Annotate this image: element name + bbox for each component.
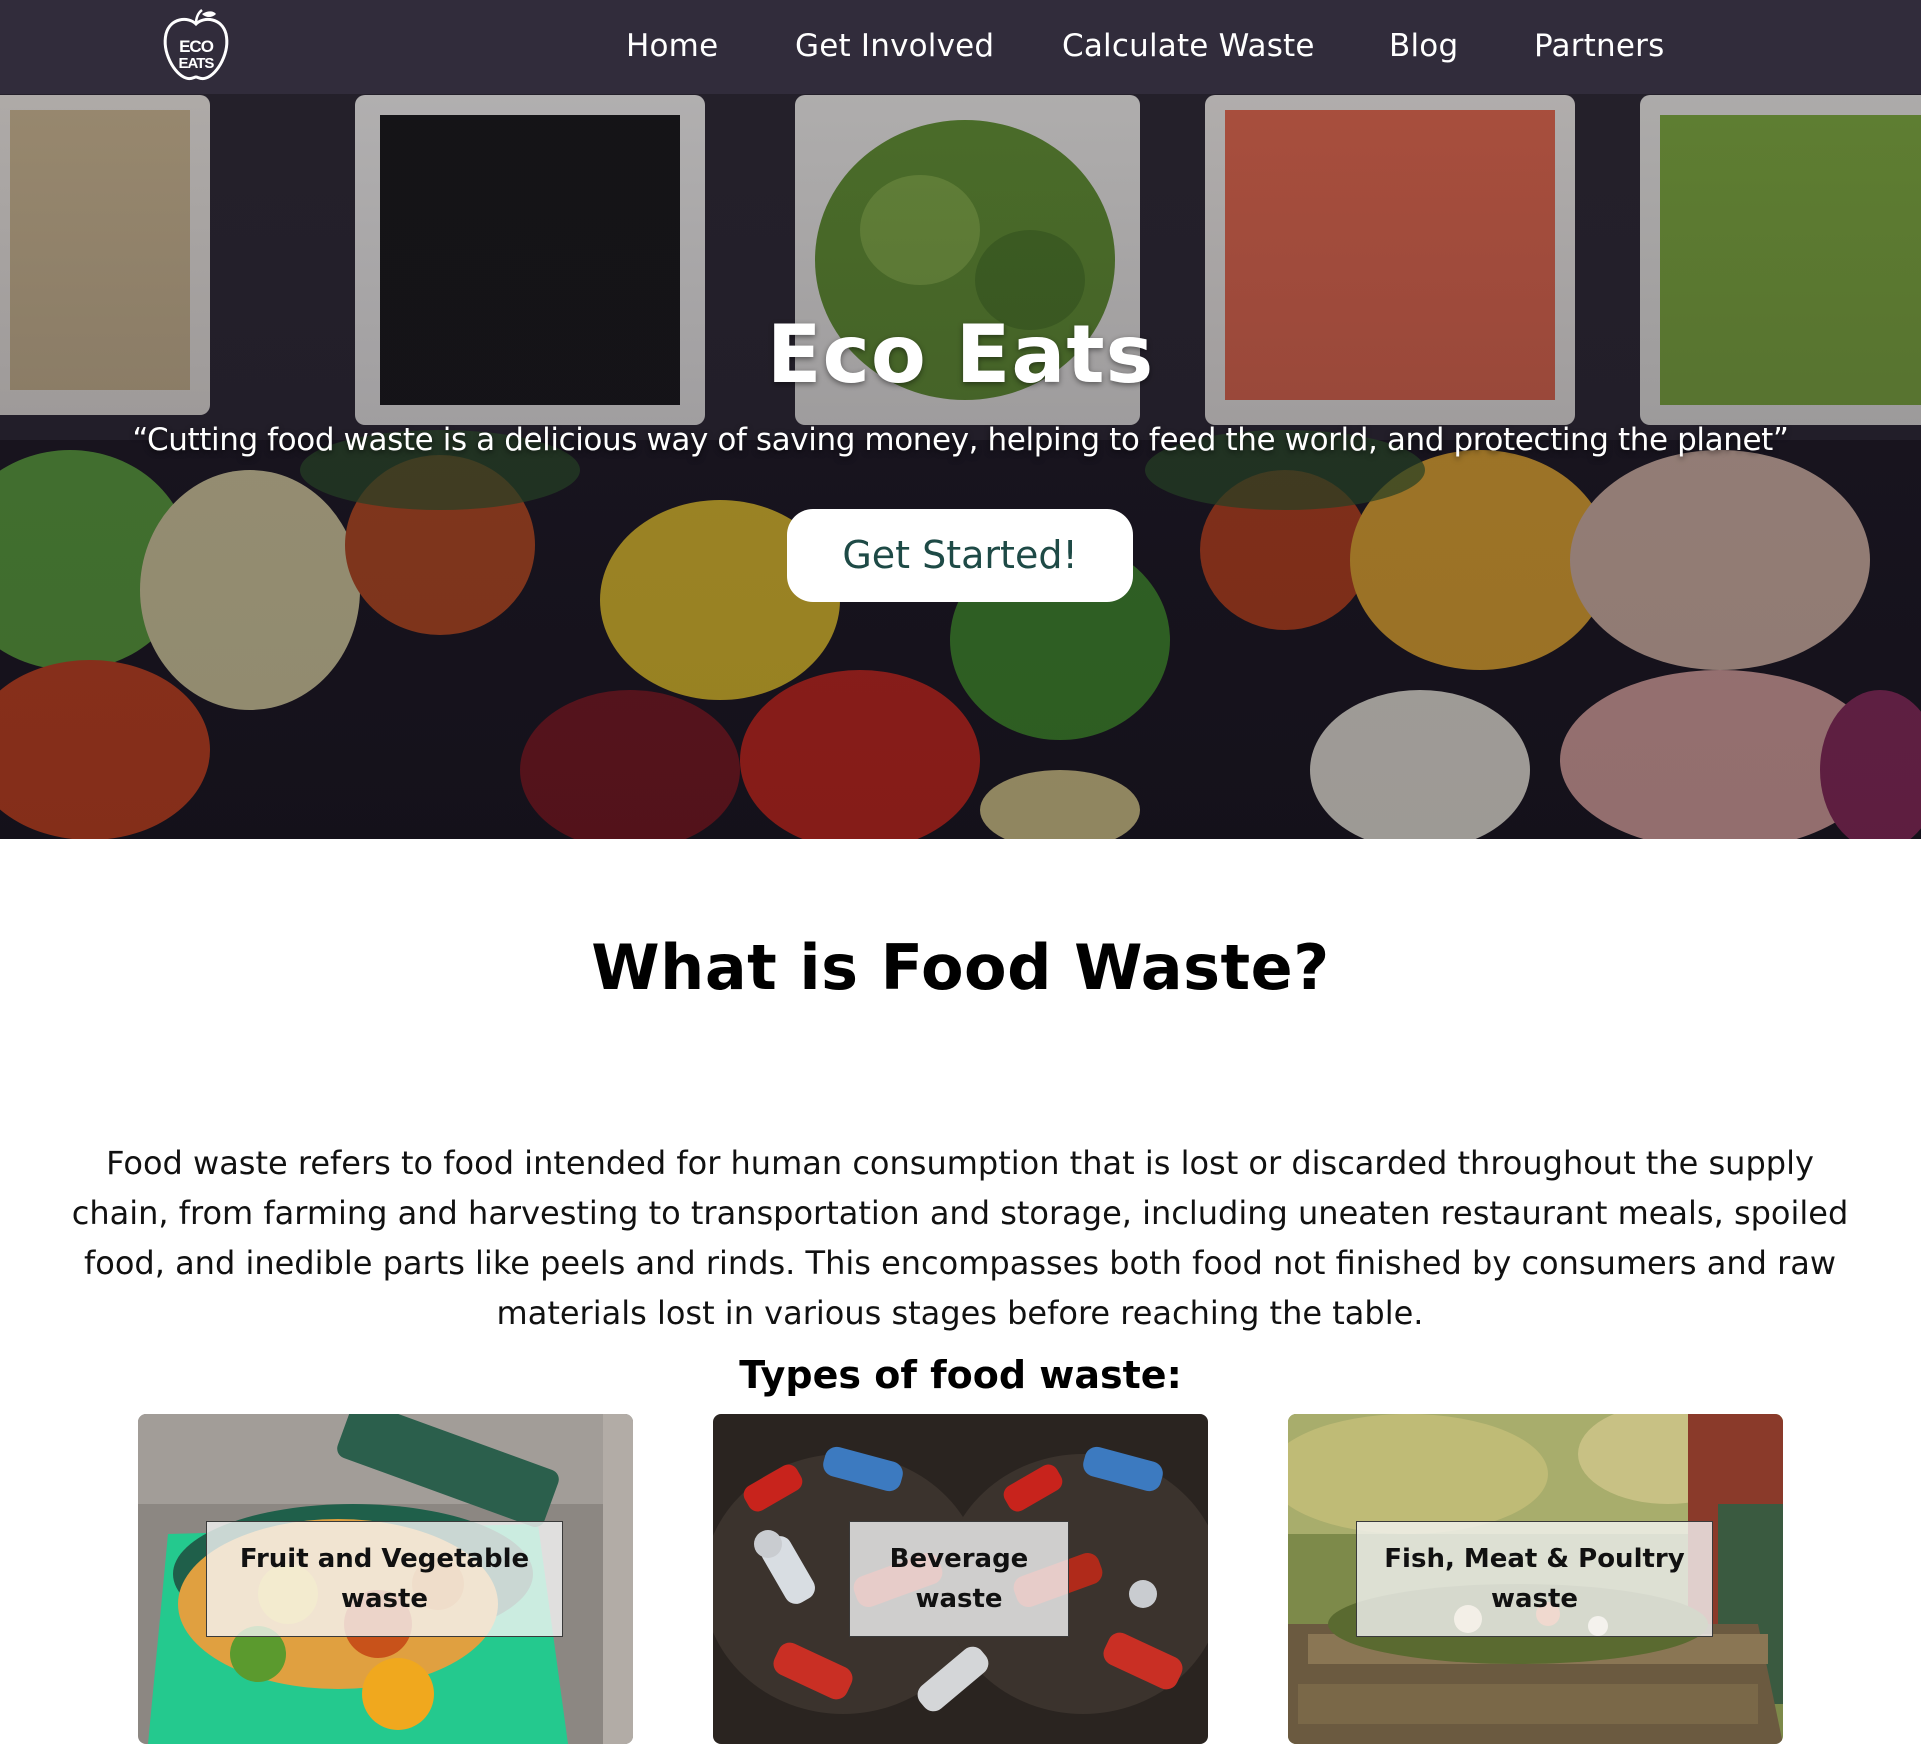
hero-banner: ECO EATS Home Get Involved Calculate Was…: [0, 0, 1921, 839]
card-fruit-vegetable-waste[interactable]: Fruit and Vegetable waste: [138, 1414, 633, 1744]
top-navigation: ECO EATS Home Get Involved Calculate Was…: [0, 0, 1921, 94]
food-waste-description: Food waste refers to food intended for h…: [71, 1144, 1849, 1332]
nav-link-calculate-waste[interactable]: Calculate Waste: [1062, 25, 1315, 67]
card-label-beverage: Beverage waste: [849, 1521, 1069, 1637]
nav-link-home[interactable]: Home: [626, 25, 718, 67]
nav-menu: Home Get Involved Calculate Waste Blog P…: [0, 0, 1921, 94]
card-beverage-waste[interactable]: Beverage waste: [713, 1414, 1208, 1744]
hero-title: Eco Eats: [766, 308, 1155, 401]
nav-link-partners[interactable]: Partners: [1534, 25, 1664, 67]
hero-quote: “Cutting food waste is a delicious way o…: [132, 422, 1789, 458]
section-title-what-is-food-waste: What is Food Waste?: [591, 931, 1330, 1004]
card-fish-meat-poultry-waste[interactable]: Fish, Meat & Poultry waste: [1288, 1414, 1783, 1744]
nav-link-blog[interactable]: Blog: [1389, 25, 1458, 67]
types-of-food-waste-heading: Types of food waste:: [739, 1353, 1182, 1397]
card-label-fish-meat-poultry: Fish, Meat & Poultry waste: [1356, 1521, 1713, 1637]
get-started-button[interactable]: Get Started!: [787, 509, 1133, 602]
card-label-fruit-vegetable: Fruit and Vegetable waste: [206, 1521, 563, 1637]
nav-link-get-involved[interactable]: Get Involved: [795, 25, 994, 67]
